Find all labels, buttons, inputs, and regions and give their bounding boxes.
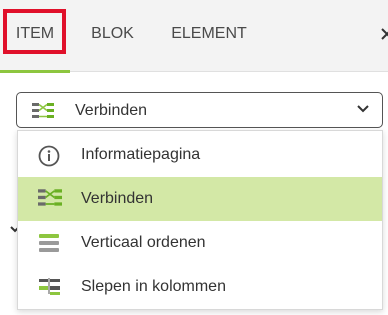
dropdown-menu: Informatiepagina Verbinden Verticaal ord <box>17 130 383 310</box>
drag-columns-icon <box>38 277 62 297</box>
select-value: Verbinden <box>75 102 148 119</box>
chevron-down-icon <box>356 102 370 121</box>
option-label: Verbinden <box>81 190 154 207</box>
vertical-order-icon <box>38 233 62 253</box>
info-circle-icon <box>38 145 62 167</box>
tab-element-label: ELEMENT <box>171 25 247 42</box>
tab-item-label: ITEM <box>15 25 55 42</box>
tab-item[interactable]: ITEM <box>0 0 70 73</box>
tab-bar: ITEM BLOK ELEMENT <box>0 0 388 73</box>
tab-blok-label: BLOK <box>91 25 134 42</box>
item-type-select[interactable]: Verbinden <box>16 92 383 128</box>
option-slepen-in-kolommen[interactable]: Slepen in kolommen <box>18 265 382 309</box>
close-icon[interactable] <box>380 24 388 47</box>
option-verbinden[interactable]: Verbinden <box>18 177 382 221</box>
option-label: Verticaal ordenen <box>81 234 206 251</box>
tab-blok[interactable]: BLOK <box>85 0 140 72</box>
option-verticaal-ordenen[interactable]: Verticaal ordenen <box>18 221 382 265</box>
connect-icon <box>38 189 62 209</box>
option-label: Informatiepagina <box>81 146 201 163</box>
tab-element[interactable]: ELEMENT <box>165 0 253 72</box>
option-informatiepagina[interactable]: Informatiepagina <box>18 133 382 177</box>
option-label: Slepen in kolommen <box>81 278 226 295</box>
connect-icon <box>32 103 54 124</box>
